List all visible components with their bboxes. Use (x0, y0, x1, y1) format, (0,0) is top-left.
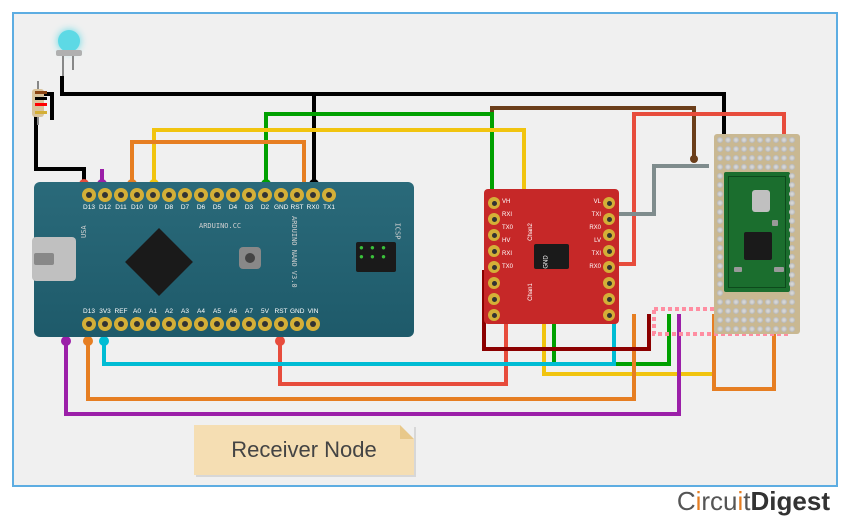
chan2-label: Chan2 (528, 223, 534, 241)
led-cathode (72, 56, 74, 70)
atmega-chip (125, 228, 193, 296)
diagram-content: USA ARDUINO.CC ARDUINO NANO V3.0 ICSP D1… (14, 14, 836, 485)
diagram-title-note: Receiver Node (194, 425, 414, 475)
gnd-label: GND (544, 255, 550, 268)
resistor-body (32, 89, 44, 117)
title-text: Receiver Node (231, 437, 377, 463)
rf-chip (744, 232, 772, 260)
led-bulb (58, 30, 80, 52)
chan1-label: Chan1 (528, 283, 534, 301)
protoboard (714, 134, 800, 334)
icsp-header (356, 242, 396, 272)
reset-button (239, 247, 261, 269)
watermark-logo: CircuitDigest (677, 486, 830, 517)
pin-header-top (82, 188, 336, 202)
led-base (56, 50, 82, 56)
resistor-component (29, 82, 47, 124)
pin-header-bottom (82, 317, 320, 331)
lvl-chip (534, 244, 569, 269)
circuit-diagram: USA ARDUINO.CC ARDUINO NANO V3.0 ICSP D1… (0, 0, 850, 525)
icsp-label: ICSP (394, 223, 402, 240)
lvl-labels-right: VLTXIRX0LVTXIRX0 (589, 199, 601, 270)
led-anode (62, 56, 64, 76)
lvl-pins-right (603, 197, 615, 321)
lvl-pins-left (488, 197, 500, 321)
pin-labels-bottom: D133V3REFA0A1A2A3A4A5A6A75VRSTGNDVIN (82, 308, 320, 315)
arduino-nano: USA ARDUINO.CC ARDUINO NANO V3.0 ICSP D1… (34, 182, 414, 337)
led-component (54, 30, 84, 80)
usb-port (32, 237, 76, 281)
board-model: ARDUINO NANO V3.0 (290, 216, 298, 288)
pin-labels-top: D13D12D11D10D9D8D7D6D5D4D3D2GNDRSTRX0TX1 (82, 204, 336, 211)
lvl-labels-left: VHRXITX0HVRXITX0 (502, 199, 513, 270)
rfm-module (724, 172, 790, 292)
usa-mark: USA (80, 225, 88, 238)
level-converter: VHRXITX0HVRXITX0 VLTXIRX0LVTXIRX0 Chan1 … (484, 189, 619, 324)
crystal (752, 190, 770, 212)
arduino-label: ARDUINO.CC (199, 222, 241, 230)
